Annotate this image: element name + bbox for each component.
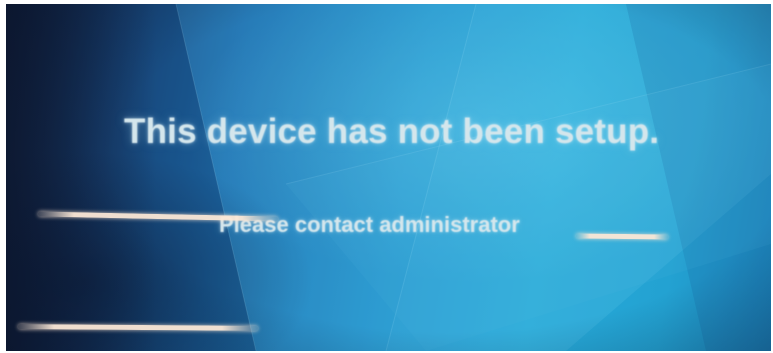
photo-vignette [6,4,771,351]
setup-status-message: This device has not been setup. [124,112,660,151]
light-reflection [575,233,669,240]
device-screen: This device has not been setup. Please c… [6,4,771,351]
